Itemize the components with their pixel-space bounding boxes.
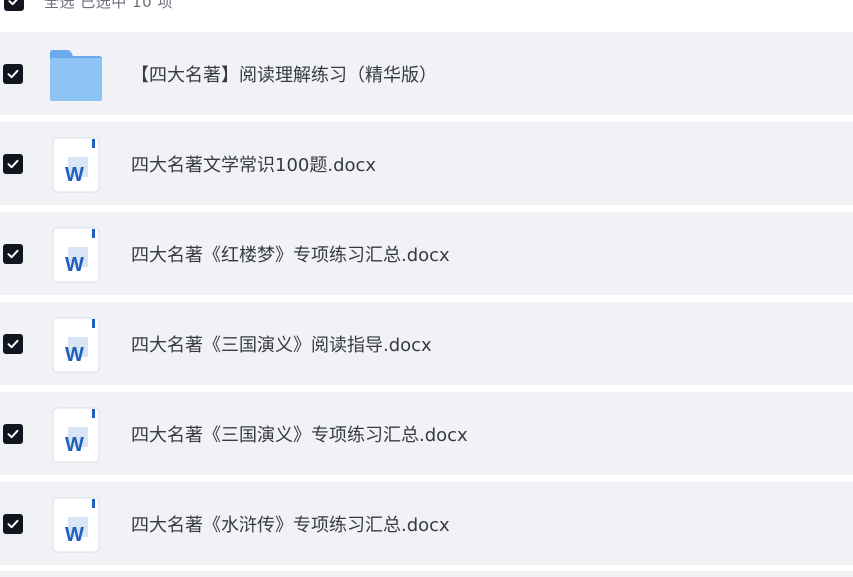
file-name: 四大名著文学常识100题.docx — [131, 154, 377, 176]
selection-count-label: 全选 已选中 10 项 — [44, 0, 173, 11]
row-checkbox[interactable] — [3, 334, 23, 354]
file-row-word[interactable]: W 四大名著《三国演义》阅读指导.docx — [0, 302, 853, 385]
svg-text:W: W — [65, 434, 84, 456]
checkmark-icon — [7, 159, 19, 169]
file-row-word[interactable]: W 四大名著《水浒传》专项练习汇总.docx — [0, 482, 853, 565]
checkmark-icon — [7, 429, 19, 439]
row-checkbox[interactable] — [3, 244, 23, 264]
file-name: 四大名著《红楼梦》专项练习汇总.docx — [131, 244, 450, 266]
checkmark-icon — [7, 339, 19, 349]
checkmark-icon — [7, 69, 19, 79]
word-document-icon: W — [52, 407, 100, 463]
word-document-icon: W — [52, 227, 100, 283]
selection-header: 全选 已选中 10 项 — [0, 0, 853, 16]
checkmark-icon — [7, 519, 19, 529]
checkmark-icon — [8, 0, 18, 6]
svg-text:W: W — [65, 524, 84, 546]
row-checkbox[interactable] — [3, 424, 23, 444]
file-name: 四大名著《三国演义》阅读指导.docx — [131, 334, 432, 356]
file-row-word[interactable]: W 四大名著《红楼梦》专项练习汇总.docx — [0, 212, 853, 295]
row-checkbox[interactable] — [3, 64, 23, 84]
file-name: 四大名著《三国演义》专项练习汇总.docx — [131, 424, 468, 446]
word-document-icon: W — [52, 317, 100, 373]
svg-text:W: W — [65, 344, 84, 366]
row-checkbox[interactable] — [3, 154, 23, 174]
word-document-icon: W — [52, 137, 100, 193]
file-row-word[interactable]: W 四大名著文学常识100题.docx — [0, 122, 853, 205]
next-row-edge — [0, 571, 853, 577]
select-all-checkbox[interactable] — [4, 0, 24, 11]
row-checkbox[interactable] — [3, 514, 23, 534]
file-name: 【四大名著】阅读理解练习（精华版） — [131, 64, 437, 86]
folder-icon — [50, 50, 102, 101]
checkmark-icon — [7, 249, 19, 259]
word-document-icon: W — [52, 497, 100, 553]
file-row-folder[interactable]: 【四大名著】阅读理解练习（精华版） — [0, 32, 853, 115]
file-name: 四大名著《水浒传》专项练习汇总.docx — [131, 514, 450, 536]
svg-text:W: W — [65, 164, 84, 186]
file-row-word[interactable]: W 四大名著《三国演义》专项练习汇总.docx — [0, 392, 853, 475]
svg-text:W: W — [65, 254, 84, 276]
